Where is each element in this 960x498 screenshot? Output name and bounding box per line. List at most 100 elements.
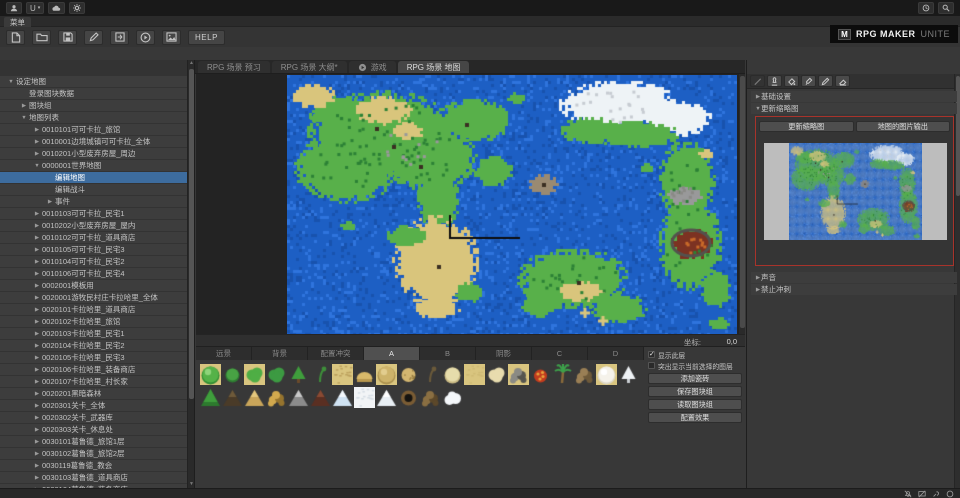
menu-tab[interactable]: 菜单 [4,17,31,27]
help-button[interactable]: HELP [188,30,225,45]
tile-grass-circle-tile[interactable] [200,364,221,385]
chevron-right-icon[interactable]: ▶ [32,283,42,289]
history-icon[interactable] [918,2,934,14]
checkbox[interactable]: ✓ [648,351,655,358]
tree-item[interactable]: ▼地图列表 [0,112,188,123]
chevron-right-icon[interactable]: ▶ [19,103,29,109]
scene-tab-inactive[interactable]: RPG 场景 预习 [198,61,270,73]
new-file-icon[interactable] [6,30,25,45]
tree-item[interactable]: ▶0020101卡拉哈里_道具商店 [0,304,188,315]
pointer-tool-icon[interactable] [750,75,765,87]
layer-tab[interactable]: 阴影 [476,347,532,360]
tile-bush-dark[interactable] [266,364,287,385]
gear-icon[interactable] [69,2,85,14]
chevron-right-icon[interactable]: ▶ [32,331,42,337]
brush-tool-icon[interactable] [801,75,816,87]
tree-item[interactable]: ▶0010105可可卡拉_民宅3 [0,244,188,255]
tree-item[interactable]: ▶0020201黑暗森林 [0,388,188,399]
tile-sand-pattern-tile[interactable] [332,364,353,385]
chevron-right-icon[interactable]: ▶ [32,343,42,349]
tree-item[interactable]: ▶图块组 [0,100,188,111]
chevron-right-icon[interactable]: ▶ [32,319,42,325]
map-scrollbar[interactable] [738,74,745,334]
layer-tab[interactable]: 背景 [252,347,308,360]
palette-button[interactable]: 配置效果 [648,412,742,423]
layer-tab[interactable]: 远景 [196,347,252,360]
tree-item[interactable]: ▶0030102葛鲁德_旅馆2层 [0,448,188,459]
tile-pale-circle[interactable] [442,364,463,385]
chevron-right-icon[interactable]: ▶ [32,427,42,433]
tile-grass-blob-tile[interactable] [244,364,265,385]
tile-tree-white[interactable] [618,364,639,385]
scroll-up-icon[interactable]: ▲ [188,60,195,67]
tree-item[interactable]: ▶0002001模板用 [0,280,188,291]
setting-item[interactable]: ▼更新缩略图 [751,103,957,114]
tile-rocks-tile[interactable] [508,364,529,385]
tile-gray-mountain[interactable] [288,387,309,408]
tile-fire-bush[interactable] [530,364,551,385]
message-off-icon[interactable] [918,490,926,498]
chevron-right-icon[interactable]: ▶ [32,271,42,277]
tree-item[interactable]: ▶0010106可可卡拉_民宅4 [0,268,188,279]
tree-item[interactable]: 编辑地图 [0,172,188,183]
setting-item[interactable]: ▶声音 [751,272,957,283]
tile-sand-dots[interactable] [398,364,419,385]
tree-item[interactable]: ▼设定地图 [0,76,188,87]
tile-cloud[interactable] [442,387,463,408]
tree-item[interactable]: ▶0020301关卡_全体 [0,400,188,411]
tree-item[interactable]: ▶0020104卡拉哈里_民宅2 [0,340,188,351]
tree-item[interactable]: 编辑战斗 [0,184,188,195]
tree-item[interactable]: ▶0020106卡拉哈里_装备商店 [0,364,188,375]
tree-item[interactable]: ▶0010103可可卡拉_民宅1 [0,208,188,219]
chevron-right-icon[interactable]: ▶ [32,403,42,409]
edit-pencil-icon[interactable] [84,30,103,45]
tile-pine-mountain[interactable] [200,387,221,408]
chevron-right-icon[interactable]: ▶ [32,211,42,217]
thumbnail-action-button[interactable]: 更新缩略图 [759,121,854,132]
scene-tab-active[interactable]: RPG 场景 地图 [398,61,470,73]
asset-image-icon[interactable] [162,30,181,45]
tree-item[interactable]: ▶0020302关卡_武器库 [0,412,188,423]
layer-tab[interactable]: A [364,347,420,360]
tile-gold-mound[interactable] [244,387,265,408]
tree-item[interactable]: ▶事件 [0,196,188,207]
tree-item[interactable]: ▶0020303关卡_休息处 [0,424,188,435]
chevron-right-icon[interactable]: ▶ [751,94,761,100]
tile-red-mountain[interactable] [310,387,331,408]
chevron-right-icon[interactable]: ▶ [32,127,42,133]
chevron-right-icon[interactable]: ▶ [32,355,42,361]
chevron-right-icon[interactable]: ▶ [32,259,42,265]
map-canvas[interactable] [287,75,737,334]
layer-tab[interactable]: D [588,347,644,360]
tile-snow-mountain[interactable] [376,387,397,408]
search-icon[interactable] [938,2,954,14]
tile-sand-circle-tile[interactable] [376,364,397,385]
tile-sand-mound[interactable] [354,364,375,385]
chevron-right-icon[interactable]: ▶ [32,295,42,301]
activity-icon[interactable] [946,490,954,498]
scene-tab-inactive[interactable]: 游戏 [349,61,396,73]
tree-item[interactable]: ▶0020001游牧民村庄卡拉哈里_全体 [0,292,188,303]
tile-brown-cluster[interactable] [420,387,441,408]
tile-rock-brown[interactable] [574,364,595,385]
chevron-right-icon[interactable]: ▶ [751,287,761,293]
palette-button[interactable]: 添加瓷砖 [648,373,742,384]
palette-button[interactable]: 保存图块组 [648,386,742,397]
chevron-right-icon[interactable]: ▶ [32,463,42,469]
setting-item[interactable]: ▶基础设置 [751,91,957,102]
build-icon[interactable] [932,490,940,498]
tile-sand-plain-tile[interactable] [464,364,485,385]
chevron-right-icon[interactable]: ▶ [751,275,761,281]
left-scroll-thumb[interactable] [189,69,194,399]
notification-off-icon[interactable] [904,490,912,498]
tree-item[interactable]: ▶0010202小型废弃房屋_屋内 [0,220,188,231]
scroll-down-icon[interactable]: ▼ [188,481,195,488]
chevron-right-icon[interactable]: ▶ [32,391,42,397]
tree-item[interactable]: 登录图块数据 [0,88,188,99]
chevron-right-icon[interactable]: ▶ [32,151,42,157]
cloud-icon[interactable] [48,2,65,14]
tree-item[interactable]: ▶0010101可可卡拉_旅馆 [0,124,188,135]
play-icon[interactable] [136,30,155,45]
chevron-right-icon[interactable]: ▶ [45,199,55,205]
setting-item[interactable]: ▶禁止冲刺 [751,284,957,295]
